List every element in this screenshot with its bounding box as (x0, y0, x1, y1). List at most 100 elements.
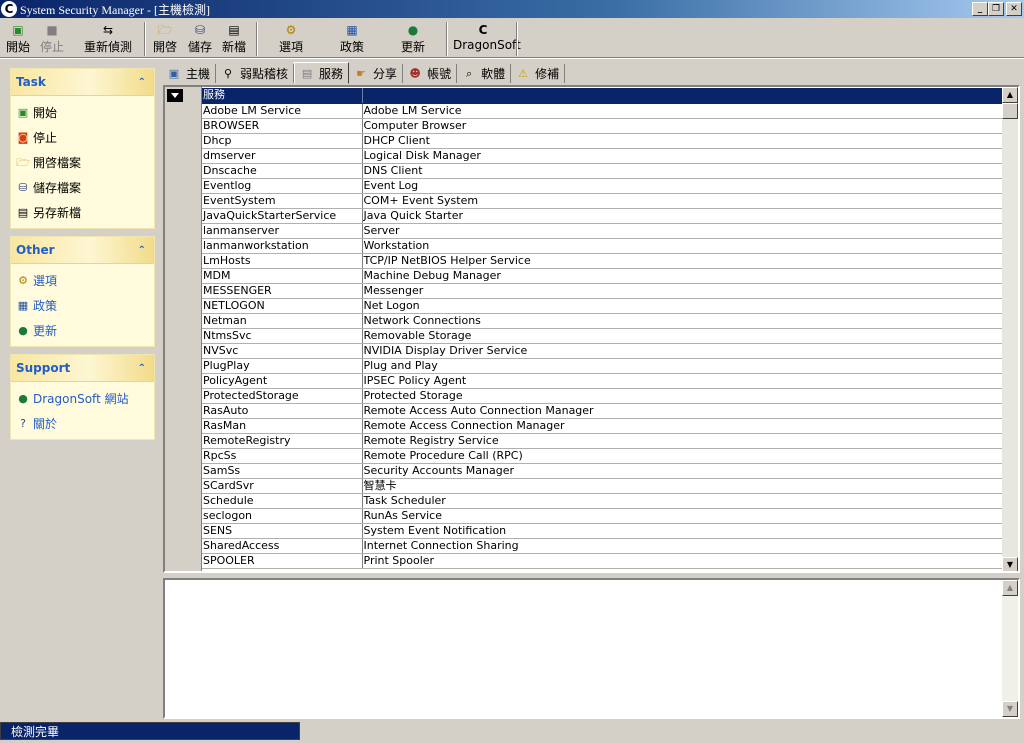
table-row[interactable]: PlugPlay Plug and Play (202, 358, 1002, 374)
table-row[interactable]: RemoteRegistry Remote Registry Service (202, 433, 1002, 449)
task-item-start[interactable]: ▣ 開始 (15, 100, 154, 125)
service-name-cell: RpcSs (202, 448, 363, 464)
minimize-button[interactable]: _ (972, 2, 988, 16)
table-row[interactable]: NETLOGON Net Logon (202, 298, 1002, 314)
table-row[interactable]: MDM Machine Debug Manager (202, 268, 1002, 284)
task-item-save-as[interactable]: ▤ 另存新檔 (15, 200, 154, 225)
update-button[interactable]: ● 更新 (398, 21, 428, 57)
table-row[interactable]: NtmsSvc Removable Storage (202, 328, 1002, 344)
scroll-thumb[interactable] (1002, 103, 1018, 119)
table-row[interactable]: JavaQuickStarterService Java Quick Starte… (202, 208, 1002, 224)
table-row[interactable]: EventSystem COM+ Event System (202, 193, 1002, 209)
table-row[interactable]: MESSENGER Messenger (202, 283, 1002, 299)
detail-pane[interactable]: ▲ ▼ (163, 578, 1020, 719)
table-row[interactable]: dmserver Logical Disk Manager (202, 148, 1002, 164)
table-row[interactable]: RpcSs Remote Procedure Call (RPC) (202, 448, 1002, 464)
dragonsoft-button[interactable]: C DragonSoft (453, 21, 521, 57)
current-row-marker-icon (167, 89, 183, 102)
restore-button[interactable]: ❐ (988, 2, 1004, 16)
grid-vertical-scrollbar[interactable]: ▲ ▼ (1002, 87, 1018, 571)
service-display-name-cell: Net Logon (362, 298, 1002, 314)
support-item-about[interactable]: ? 關於 (15, 411, 154, 436)
table-row[interactable]: lanmanworkstation Workstation (202, 238, 1002, 254)
table-row[interactable]: SCardSvr 智慧卡 (202, 478, 1002, 494)
column-header-display-name[interactable] (362, 88, 1002, 104)
service-name-cell: SamSs (202, 463, 363, 479)
service-display-name-cell: RunAs Service (362, 508, 1002, 524)
table-row[interactable]: lanmanserver Server (202, 223, 1002, 239)
save-button[interactable]: ⛁ 儲存 (186, 21, 214, 57)
other-item-options[interactable]: ⚙ 選項 (15, 268, 154, 293)
scroll-down-button[interactable]: ▼ (1002, 557, 1018, 571)
table-row[interactable]: PolicyAgent IPSEC Policy Agent (202, 373, 1002, 389)
service-name-cell: Eventlog (202, 178, 363, 194)
tab-host[interactable]: ▣ 主機 (162, 64, 217, 83)
new-file-button[interactable]: ▤ 新檔 (220, 21, 248, 57)
collapse-chevron-icon[interactable]: ⌃ (138, 363, 146, 374)
collapse-chevron-icon[interactable]: ⌃ (138, 77, 146, 88)
open-button[interactable]: 🗁 開啓 (151, 21, 179, 57)
collapse-chevron-icon[interactable]: ⌃ (138, 245, 146, 256)
tab-label: 軟體 (481, 67, 506, 81)
close-button[interactable]: ✕ (1006, 2, 1022, 16)
table-row[interactable]: Dnscache DNS Client (202, 163, 1002, 179)
service-name-cell: SPOOLER (202, 553, 363, 569)
task-section-header[interactable]: Task ⌃ (11, 69, 154, 96)
tab-patches[interactable]: ⚠ 修補 (511, 64, 566, 83)
service-name-cell: LmHosts (202, 253, 363, 269)
support-item-website[interactable]: ● DragonSoft 網站 (15, 386, 154, 411)
title-bar: C System Security Manager - [主機檢測] _ ❐ ✕ (0, 0, 1024, 18)
start-button[interactable]: ▣ 開始 (4, 21, 32, 57)
table-row[interactable]: BROWSER Computer Browser (202, 118, 1002, 134)
save-icon: ⛁ (194, 23, 206, 37)
table-row[interactable]: RasMan Remote Access Connection Manager (202, 418, 1002, 434)
column-header-service[interactable]: 服務 (202, 88, 363, 104)
table-row[interactable]: Dhcp DHCP Client (202, 133, 1002, 149)
table-row[interactable]: Netman Network Connections (202, 313, 1002, 329)
table-row[interactable]: RasAuto Remote Access Auto Connection Man… (202, 403, 1002, 419)
policy-button[interactable]: ▦ 政策 (337, 21, 367, 57)
services-grid[interactable]: 服務 Adobe LM Service Adobe LM Service BROWS… (163, 85, 1020, 573)
tab-services[interactable]: ▤ 服務 (294, 62, 350, 84)
tab-software[interactable]: ⌕ 軟體 (457, 64, 512, 83)
tab-vulnerability-audit[interactable]: ⚲ 弱點稽核 (216, 64, 295, 83)
support-section-header[interactable]: Support ⌃ (11, 355, 154, 382)
scroll-up-button[interactable]: ▲ (1002, 87, 1018, 103)
task-item-label: 儲存檔案 (33, 181, 82, 195)
table-row[interactable]: LmHosts TCP/IP NetBIOS Helper Service (202, 253, 1002, 269)
table-header-row[interactable]: 服務 (202, 88, 1002, 104)
task-item-open-file[interactable]: 🗁 開啓檔案 (15, 150, 154, 175)
table-row[interactable]: Adobe LM Service Adobe LM Service (202, 103, 1002, 119)
table-row[interactable]: SENS System Event Notification (202, 523, 1002, 539)
rescan-button[interactable]: ⇆ 重新偵測 (82, 21, 134, 57)
other-item-label: 選項 (33, 274, 58, 288)
task-item-stop[interactable]: ◙ 停止 (15, 125, 154, 150)
table-row[interactable]: NVSvc NVIDIA Display Driver Service (202, 343, 1002, 359)
app-icon[interactable]: C (1, 1, 17, 17)
task-pane: Task ⌃ ▣ 開始 ◙ 停止 🗁 開啓檔案 ⛁ 儲存檔案 ▤ 另存新檔 Other ⌃… (0, 60, 160, 720)
service-name-cell: seclogon (202, 508, 363, 524)
table-row[interactable]: ProtectedStorage Protected Storage (202, 388, 1002, 404)
table-row[interactable]: seclogon RunAs Service (202, 508, 1002, 524)
options-button[interactable]: ⚙ 選項 (276, 21, 306, 57)
other-section-header[interactable]: Other ⌃ (11, 237, 154, 264)
tab-accounts[interactable]: ☻ 帳號 (403, 64, 458, 83)
users-icon: ☻ (409, 67, 421, 80)
table-row[interactable]: SharedAccess Internet Connection Sharing (202, 538, 1002, 554)
toolbar-separator (256, 22, 258, 56)
table-row[interactable]: SPOOLER Print Spooler (202, 553, 1002, 569)
table-row[interactable]: SamSs Security Accounts Manager (202, 463, 1002, 479)
table-row[interactable]: Eventlog Event Log (202, 178, 1002, 194)
other-item-update[interactable]: ● 更新 (15, 318, 154, 343)
support-section-title: Support (16, 361, 71, 375)
table-row[interactable]: Schedule Task Scheduler (202, 493, 1002, 509)
service-name-cell: lanmanserver (202, 223, 363, 239)
stop-button[interactable]: ■ 停止 (38, 21, 66, 57)
task-item-save-file[interactable]: ⛁ 儲存檔案 (15, 175, 154, 200)
detail-vertical-scrollbar[interactable]: ▲ ▼ (1002, 580, 1018, 717)
service-display-name-cell: DHCP Client (362, 133, 1002, 149)
other-item-policy[interactable]: ▦ 政策 (15, 293, 154, 318)
scroll-up-button[interactable]: ▲ (1002, 580, 1018, 596)
scroll-down-button[interactable]: ▼ (1002, 701, 1018, 717)
tab-shares[interactable]: ☛ 分享 (349, 64, 404, 83)
